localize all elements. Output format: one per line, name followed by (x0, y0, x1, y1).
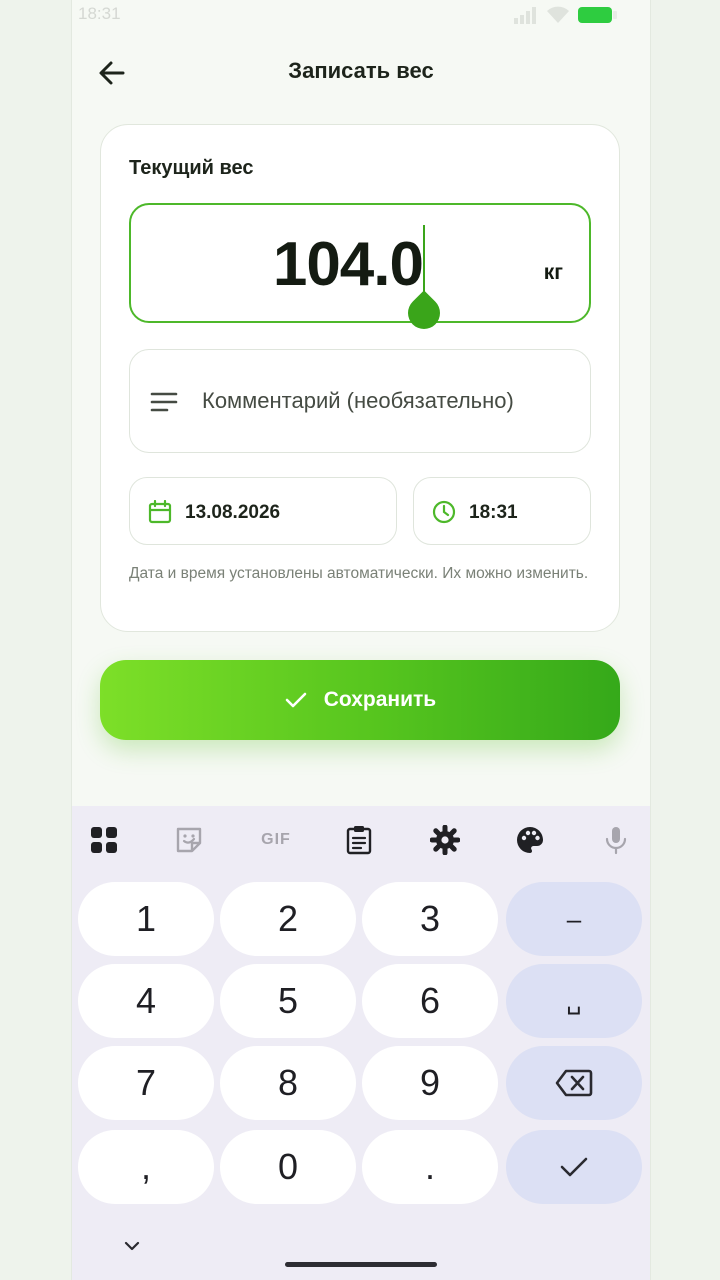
key-space[interactable]: ␣ (506, 964, 642, 1038)
voice-input-button[interactable] (600, 824, 632, 856)
page-title: Записать вес (288, 58, 434, 83)
key-period[interactable]: . (362, 1130, 498, 1204)
key-9-label: 9 (419, 1062, 441, 1103)
key-space-label: ␣ (566, 987, 582, 1015)
key-1-label: 1 (135, 898, 157, 939)
backspace-icon (555, 1069, 593, 1097)
key-6[interactable]: 6 (362, 964, 498, 1038)
numeric-keyboard: GIF 1 2 3 – 4 5 6 ␣ 7 8 9 , 0 . (72, 806, 650, 1280)
clock-icon (432, 500, 456, 524)
check-icon (285, 692, 307, 708)
current-weight-label: Текущий вес (129, 157, 254, 179)
save-button-label: Сохранить (323, 688, 437, 711)
apps-button[interactable] (88, 824, 120, 856)
palette-icon (517, 827, 543, 853)
time-value: 18:31 (469, 502, 518, 523)
key-4-label: 4 (135, 980, 157, 1021)
theme-button[interactable] (514, 824, 546, 856)
signal-icon (514, 7, 536, 24)
gesture-nav-handle[interactable] (285, 1262, 437, 1267)
gear-icon (430, 825, 460, 855)
key-7[interactable]: 7 (78, 1046, 214, 1120)
settings-button[interactable] (429, 824, 461, 856)
weight-unit: кг (543, 261, 563, 284)
key-period-label: . (424, 1146, 435, 1187)
key-2-label: 2 (277, 898, 299, 939)
battery-icon (578, 7, 617, 23)
backspace-key[interactable] (506, 1046, 642, 1120)
weight-value: 104.0 (272, 230, 424, 299)
done-key[interactable] (506, 1130, 642, 1204)
auto-datetime-hint: Дата и время установлены автоматически. … (129, 565, 589, 582)
key-1[interactable]: 1 (78, 882, 214, 956)
key-3[interactable]: 3 (362, 882, 498, 956)
key-8-label: 8 (277, 1062, 299, 1103)
sticker-button[interactable] (173, 824, 205, 856)
key-9[interactable]: 9 (362, 1046, 498, 1120)
weight-input[interactable]: 104.0 кг (129, 203, 591, 336)
key-4[interactable]: 4 (78, 964, 214, 1038)
chevron-down-icon (124, 1241, 140, 1251)
check-icon (560, 1157, 588, 1177)
notes-icon (150, 392, 178, 412)
key-2[interactable]: 2 (220, 882, 356, 956)
key-5[interactable]: 5 (220, 964, 356, 1038)
status-time: 18:31 (78, 4, 121, 23)
key-0-label: 0 (277, 1146, 299, 1187)
calendar-icon (148, 500, 172, 524)
time-picker[interactable]: 18:31 (413, 477, 591, 545)
key-minus[interactable]: – (506, 882, 642, 956)
comment-input[interactable]: Комментарий (необязательно) (129, 349, 591, 453)
key-6-label: 6 (419, 980, 441, 1021)
key-3-label: 3 (419, 898, 441, 939)
date-picker[interactable]: 13.08.2026 (129, 477, 397, 545)
phone-screen: 18:31 Записать вес Текущий вес 104.0 кг (72, 0, 650, 1280)
sticker-icon (176, 827, 202, 853)
clipboard-icon (346, 826, 372, 855)
gif-button[interactable]: GIF (256, 824, 296, 856)
clipboard-button[interactable] (343, 824, 375, 856)
apps-grid-icon (91, 827, 117, 853)
key-5-label: 5 (277, 980, 299, 1021)
status-icons (512, 6, 617, 24)
gif-label: GIF (261, 831, 291, 848)
keyboard-toolbar: GIF (72, 806, 650, 872)
save-button[interactable]: Сохранить (100, 660, 620, 740)
key-7-label: 7 (135, 1062, 157, 1103)
key-minus-label: – (566, 903, 582, 934)
key-comma-label: , (140, 1146, 151, 1187)
key-0[interactable]: 0 (220, 1130, 356, 1204)
collapse-keyboard-button[interactable] (118, 1234, 146, 1258)
key-8[interactable]: 8 (220, 1046, 356, 1120)
microphone-icon (605, 827, 627, 855)
date-value: 13.08.2026 (185, 502, 281, 523)
status-bar: 18:31 (72, 0, 650, 32)
wifi-icon (547, 6, 569, 23)
key-comma[interactable]: , (78, 1130, 214, 1204)
weight-card: Текущий вес 104.0 кг Комментарий (необяз… (100, 124, 620, 632)
comment-placeholder: Комментарий (необязательно) (202, 388, 514, 413)
